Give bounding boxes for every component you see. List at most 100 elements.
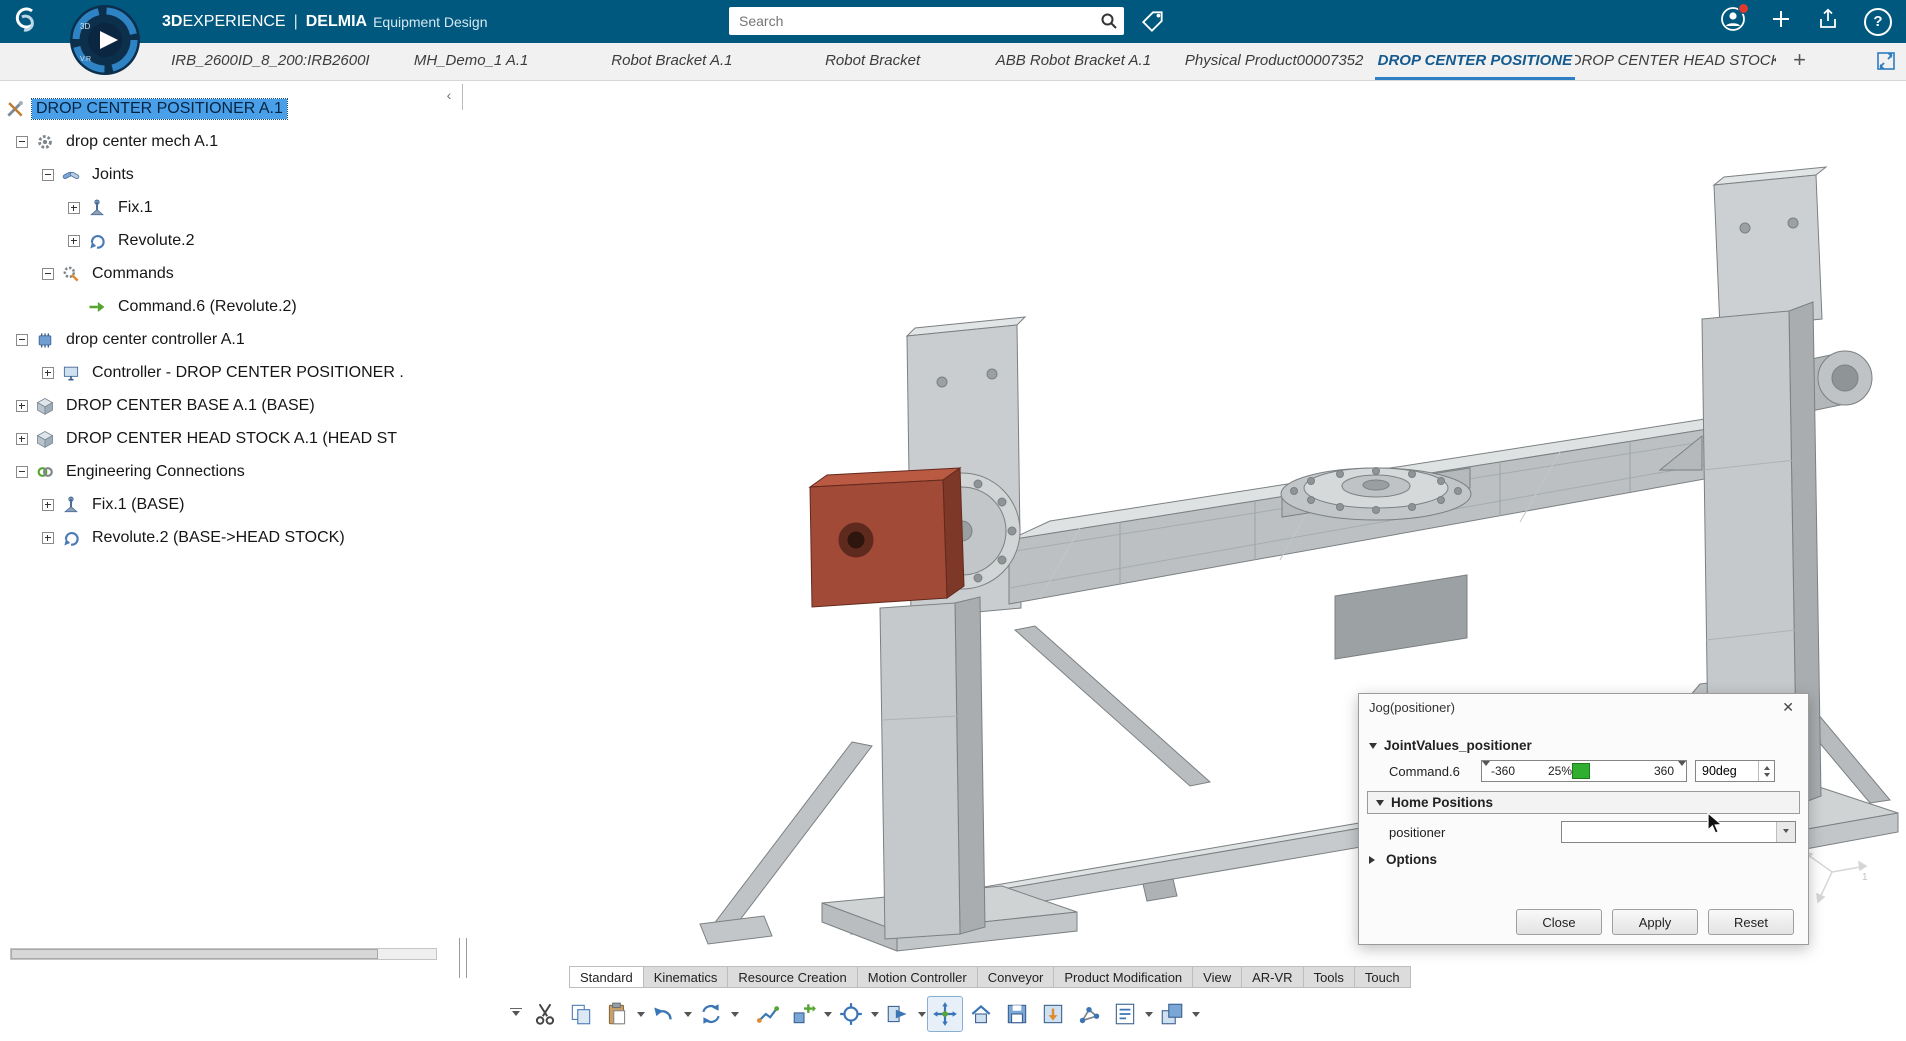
expand-toggle[interactable] xyxy=(68,202,80,214)
add-content-icon[interactable] xyxy=(1770,8,1792,35)
collapse-toggle[interactable] xyxy=(16,334,28,346)
teach-button[interactable] xyxy=(833,996,869,1032)
ribbon-tab-tools[interactable]: Tools xyxy=(1304,966,1355,988)
tree-item-controller[interactable]: drop center controller A.1 xyxy=(0,323,462,356)
ribbon-tab-kinematics[interactable]: Kinematics xyxy=(644,966,729,988)
3d-compass-icon[interactable]: 3D V.R xyxy=(68,3,142,77)
robot-jog-button[interactable] xyxy=(786,996,822,1032)
ribbon-tab-motion-controller[interactable]: Motion Controller xyxy=(858,966,978,988)
device-task-button[interactable] xyxy=(1107,996,1143,1032)
tree-item-engineering-connections[interactable]: Engineering Connections xyxy=(0,455,462,488)
collapse-toggle[interactable] xyxy=(42,268,54,280)
panel-splitter[interactable] xyxy=(462,84,463,110)
joint-value-input[interactable] xyxy=(1696,761,1758,781)
apply-button[interactable]: Apply xyxy=(1612,909,1698,935)
tree-item-joints[interactable]: Joints xyxy=(0,158,462,191)
new-tab-button[interactable]: + xyxy=(1785,43,1814,77)
tab-irb-2600id[interactable]: IRB_2600ID_8_200:IRB2600I xyxy=(170,43,371,80)
chevron-down-icon[interactable] xyxy=(1143,996,1154,1032)
jog-mechanism-button[interactable] xyxy=(927,996,963,1032)
home-positions-section-header[interactable]: Home Positions xyxy=(1367,791,1800,814)
simulation-button[interactable] xyxy=(880,996,916,1032)
share-icon[interactable] xyxy=(1816,7,1840,36)
ribbon-tab-view[interactable]: View xyxy=(1193,966,1242,988)
dialog-title-bar[interactable]: Jog(positioner) ✕ xyxy=(1359,694,1808,720)
kinematics-chain-button[interactable] xyxy=(1071,996,1107,1032)
reset-button[interactable]: Reset xyxy=(1708,909,1794,935)
tab-abb-robot-bracket[interactable]: ABB Robot Bracket A.1 xyxy=(973,43,1174,80)
tree-item-mech[interactable]: drop center mech A.1 xyxy=(0,125,462,158)
restore-state-button[interactable] xyxy=(1035,996,1071,1032)
chevron-down-icon[interactable] xyxy=(682,996,693,1032)
collapse-toggle[interactable] xyxy=(16,466,28,478)
copy-button[interactable] xyxy=(563,996,599,1032)
tree-item-controller-node[interactable]: Controller - DROP CENTER POSITIONER . xyxy=(0,356,462,389)
tree-item-base[interactable]: DROP CENTER BASE A.1 (BASE) xyxy=(0,389,462,422)
tree-item-head-stock[interactable]: DROP CENTER HEAD STOCK A.1 (HEAD ST xyxy=(0,422,462,455)
chevron-down-icon[interactable] xyxy=(635,996,646,1032)
collapse-toggle[interactable] xyxy=(16,136,28,148)
chevron-down-icon[interactable] xyxy=(916,996,927,1032)
3ds-logo-icon[interactable] xyxy=(8,5,44,42)
save-state-button[interactable] xyxy=(999,996,1035,1032)
tree-item-fix1-base[interactable]: Fix.1 (BASE) xyxy=(0,488,462,521)
dropdown-arrow-button[interactable] xyxy=(1776,822,1795,842)
ribbon-tab-standard[interactable]: Standard xyxy=(569,966,644,988)
expand-toggle[interactable] xyxy=(42,532,54,544)
tab-mh-demo[interactable]: MH_Demo_1 A.1 xyxy=(371,43,572,80)
chevron-down-icon[interactable] xyxy=(729,996,740,1032)
paste-button[interactable] xyxy=(599,996,635,1032)
spinner-up-button[interactable] xyxy=(1759,761,1774,771)
expand-toggle[interactable] xyxy=(68,235,80,247)
update-button[interactable] xyxy=(693,996,729,1032)
cut-button[interactable] xyxy=(527,996,563,1032)
tree-item-revolute2[interactable]: Revolute.2 xyxy=(0,224,462,257)
ribbon-tab-resource-creation[interactable]: Resource Creation xyxy=(728,966,857,988)
ribbon-tab-touch[interactable]: Touch xyxy=(1355,966,1411,988)
toolbar-overflow-chevron-icon[interactable] xyxy=(505,996,527,1032)
close-button[interactable]: Close xyxy=(1516,909,1602,935)
tab-robot-bracket[interactable]: Robot Bracket xyxy=(772,43,973,80)
joint-values-section-header[interactable]: JointValues_positioner xyxy=(1359,734,1808,757)
user-avatar[interactable] xyxy=(1720,6,1746,37)
track-button[interactable] xyxy=(750,996,786,1032)
joint-value-slider[interactable]: -360 25% 360 xyxy=(1481,760,1687,782)
scrollbar-thumb[interactable] xyxy=(11,949,378,959)
tab-drop-center-head-stock[interactable]: DROP CENTER HEAD STOCK xyxy=(1575,43,1776,80)
search-icon[interactable] xyxy=(1094,12,1124,30)
panel-splitter-handle[interactable] xyxy=(459,938,467,978)
home-position-button[interactable] xyxy=(963,996,999,1032)
tree-horizontal-scrollbar[interactable] xyxy=(10,948,437,960)
tab-physical-product[interactable]: Physical Product00007352 xyxy=(1174,43,1375,80)
expand-toggle[interactable] xyxy=(16,433,28,445)
tab-drop-center-positioner[interactable]: DROP CENTER POSITIONE xyxy=(1375,43,1576,80)
tree-item-fix1[interactable]: Fix.1 xyxy=(0,191,462,224)
tree-item-command6[interactable]: Command.6 (Revolute.2) xyxy=(0,290,462,323)
chevron-down-icon[interactable] xyxy=(1190,996,1201,1032)
collapse-tree-panel-icon[interactable]: ‹ xyxy=(441,84,457,106)
help-icon[interactable]: ? xyxy=(1864,8,1892,36)
tree-item-commands[interactable]: Commands xyxy=(0,257,462,290)
tag-icon[interactable] xyxy=(1140,8,1166,39)
close-icon[interactable]: ✕ xyxy=(1778,697,1798,718)
motion-group-button[interactable] xyxy=(1154,996,1190,1032)
chevron-down-icon[interactable] xyxy=(822,996,833,1032)
tree-item-revolute2-base-headstock[interactable]: Revolute.2 (BASE->HEAD STOCK) xyxy=(0,521,462,554)
home-position-dropdown[interactable] xyxy=(1561,821,1796,843)
expand-toggle[interactable] xyxy=(16,400,28,412)
tab-robot-bracket-a1[interactable]: Robot Bracket A.1 xyxy=(572,43,773,80)
expand-window-icon[interactable] xyxy=(1874,49,1898,78)
ribbon-tab-ar-vr[interactable]: AR-VR xyxy=(1242,966,1303,988)
ribbon-tab-conveyor[interactable]: Conveyor xyxy=(978,966,1055,988)
tree-item-root[interactable]: DROP CENTER POSITIONER A.1 xyxy=(0,92,462,125)
collapse-toggle[interactable] xyxy=(42,169,54,181)
options-section-header[interactable]: Options xyxy=(1359,848,1808,871)
spinner-down-button[interactable] xyxy=(1759,771,1774,781)
undo-button[interactable] xyxy=(646,996,682,1032)
expand-toggle[interactable] xyxy=(42,499,54,511)
slider-handle[interactable] xyxy=(1572,763,1590,779)
chevron-down-icon[interactable] xyxy=(869,996,880,1032)
expand-toggle[interactable] xyxy=(42,367,54,379)
search-input[interactable] xyxy=(729,13,1094,29)
ribbon-tab-product-modification[interactable]: Product Modification xyxy=(1054,966,1193,988)
